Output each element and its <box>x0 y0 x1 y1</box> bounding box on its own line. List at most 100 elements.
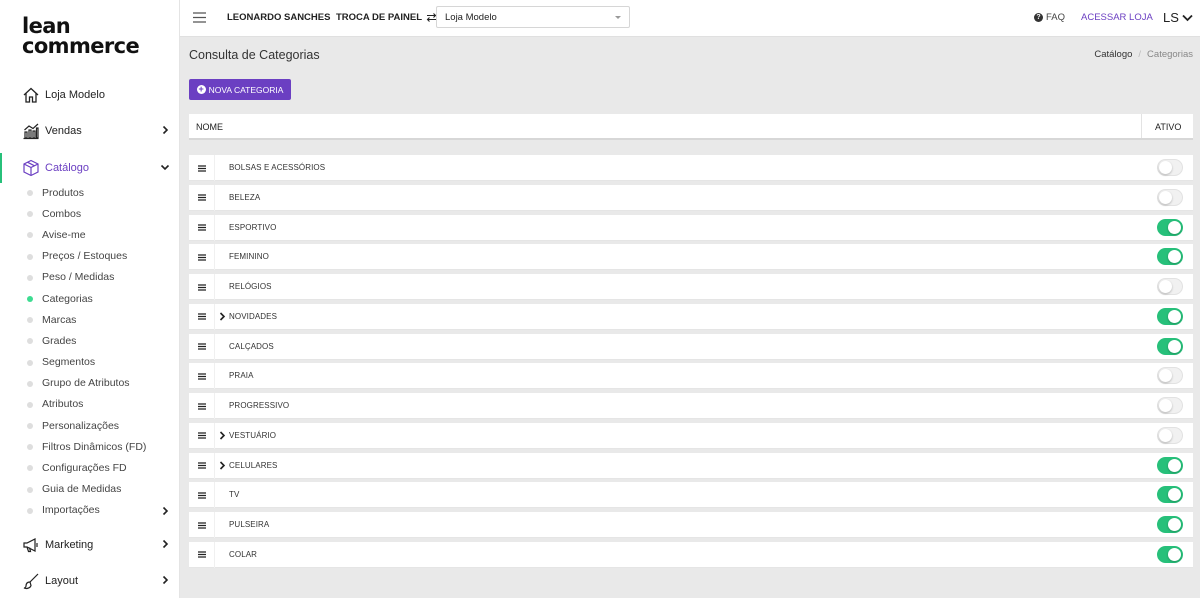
drag-handle-icon[interactable] <box>189 214 215 241</box>
faq-link[interactable]: ? FAQ <box>1034 12 1065 23</box>
expand-chevron-icon[interactable] <box>219 431 226 440</box>
subnav-atributos[interactable]: Atributos <box>0 394 180 415</box>
drag-handle-icon[interactable] <box>189 541 215 568</box>
active-toggle[interactable] <box>1157 516 1183 533</box>
expand-chevron-icon[interactable] <box>219 460 226 470</box>
store-select[interactable]: Loja Modelo <box>436 6 630 28</box>
drag-handle-icon[interactable] <box>189 512 215 538</box>
table-row[interactable]: PRAIA <box>189 363 1193 390</box>
subnav-combos[interactable]: Combos <box>0 203 180 224</box>
subnav-label: Configurações FD <box>42 462 127 475</box>
drag-handle-icon[interactable] <box>189 184 215 211</box>
catalog-submenu: Produtos Combos Avise-me Preços / Estoqu… <box>0 182 180 521</box>
subnav-peso-medidas[interactable]: Peso / Medidas <box>0 267 180 288</box>
subnav-label: Avise-me <box>42 228 86 241</box>
active-bullet <box>27 295 33 302</box>
chevron-right-icon <box>162 575 169 585</box>
nav-marketing[interactable]: Marketing <box>0 530 180 560</box>
bullet <box>27 211 33 218</box>
active-toggle[interactable] <box>1157 218 1183 236</box>
toggle-knob <box>1168 220 1181 234</box>
table-row[interactable]: CELULARES <box>189 452 1193 479</box>
table-row[interactable]: ESPORTIVO <box>189 214 1193 241</box>
table-row[interactable]: TV <box>189 482 1193 509</box>
active-toggle[interactable] <box>1157 545 1183 563</box>
nav-loja-modelo[interactable]: Loja Modelo <box>0 80 180 110</box>
active-toggle[interactable] <box>1157 337 1183 355</box>
drag-handle-icon[interactable] <box>189 452 215 479</box>
subnav-guia-de-medidas[interactable]: Guia de Medidas <box>0 479 180 500</box>
drag-handle-icon[interactable] <box>189 333 215 360</box>
drag-handle-icon[interactable] <box>189 363 215 390</box>
drag-handle-icon[interactable] <box>189 393 215 419</box>
table-row[interactable]: FEMININO <box>189 244 1193 271</box>
active-toggle[interactable] <box>1157 307 1183 325</box>
nav-catalogo[interactable]: Catálogo <box>0 153 180 183</box>
table-row[interactable]: BELEZA <box>189 184 1193 211</box>
subnav-produtos[interactable]: Produtos <box>0 182 180 203</box>
drag-handle-icon[interactable] <box>189 422 215 449</box>
table-row[interactable]: COLAR <box>189 541 1193 568</box>
table-row[interactable]: VESTUÁRIO <box>189 422 1193 449</box>
access-store-link[interactable]: ACESSAR LOJA <box>1081 12 1153 23</box>
subnav-configuracoes-fd[interactable]: Configurações FD <box>0 457 180 478</box>
nav-label: Vendas <box>45 125 82 137</box>
nav-vendas[interactable]: Vendas <box>0 116 180 146</box>
store-select-value: Loja Modelo <box>445 12 497 23</box>
page-title: Consulta de Categorias <box>189 48 320 62</box>
subnav-segmentos[interactable]: Segmentos <box>0 352 180 373</box>
column-header-name[interactable]: NOME <box>196 122 223 132</box>
logo[interactable]: lean commerce <box>22 16 140 57</box>
active-toggle[interactable] <box>1157 426 1183 444</box>
toggle-knob <box>1168 488 1181 502</box>
table-row[interactable]: BOLSAS E ACESSÓRIOS <box>189 155 1193 181</box>
breadcrumb-catalogo[interactable]: Catálogo <box>1094 49 1132 60</box>
expand-chevron-icon[interactable] <box>219 312 226 321</box>
toggle-knob <box>1168 547 1181 561</box>
table-row[interactable]: RELÓGIOS <box>189 274 1193 300</box>
toggle-knob <box>1159 399 1172 412</box>
toggle-knob <box>1168 458 1181 472</box>
active-toggle[interactable] <box>1157 248 1183 266</box>
toggle-knob <box>1159 280 1172 293</box>
drag-handle-icon[interactable] <box>189 482 215 509</box>
subnav-grupo-de-atributos[interactable]: Grupo de Atributos <box>0 373 180 394</box>
subnav-categorias[interactable]: Categorias <box>0 288 180 309</box>
subnav-personalizacoes[interactable]: Personalizações <box>0 415 180 436</box>
user-initials: LS <box>1163 10 1179 25</box>
drag-handle-icon[interactable] <box>189 244 215 271</box>
subnav-filtros-dinamicos[interactable]: Filtros Dinâmicos (FD) <box>0 436 180 457</box>
subnav-label: Categorias <box>42 292 93 305</box>
faq-label: FAQ <box>1046 12 1066 23</box>
category-name: RELÓGIOS <box>229 282 272 291</box>
active-toggle[interactable] <box>1157 456 1183 474</box>
subnav-avise-me[interactable]: Avise-me <box>0 224 180 245</box>
switch-panel-label: TROCA DE PAINEL <box>336 12 423 23</box>
table-row[interactable]: PROGRESSIVO <box>189 393 1193 419</box>
drag-handle-icon[interactable] <box>189 274 215 300</box>
active-toggle[interactable] <box>1157 397 1183 414</box>
active-toggle[interactable] <box>1157 486 1183 504</box>
column-header-active[interactable]: ATIVO <box>1141 114 1193 138</box>
switch-panel-button[interactable]: TROCA DE PAINEL <box>336 12 437 23</box>
subnav-precos-estoques[interactable]: Preços / Estoques <box>0 246 180 267</box>
table-row[interactable]: PULSEIRA <box>189 512 1193 538</box>
subnav-grades[interactable]: Grades <box>0 330 180 351</box>
chart-icon <box>23 123 39 140</box>
hamburger-icon[interactable] <box>193 12 206 23</box>
drag-handle-icon[interactable] <box>189 303 215 330</box>
nav-layout[interactable]: Layout <box>0 566 180 596</box>
active-toggle[interactable] <box>1157 278 1183 295</box>
subnav-importacoes[interactable]: Importações <box>0 500 180 521</box>
table-row[interactable]: CALÇADOS <box>189 333 1193 360</box>
active-toggle[interactable] <box>1157 367 1183 385</box>
subnav-marcas[interactable]: Marcas <box>0 309 180 330</box>
nav-label: Marketing <box>45 539 94 551</box>
active-toggle[interactable] <box>1157 188 1183 206</box>
drag-handle-icon[interactable] <box>189 155 215 181</box>
active-toggle[interactable] <box>1157 159 1183 176</box>
new-category-button[interactable]: + NOVA CATEGORIA <box>189 79 291 100</box>
table-row[interactable]: NOVIDADES <box>189 303 1193 330</box>
top-bar: LEONARDO SANCHES TROCA DE PAINEL Loja Mo… <box>180 0 1200 37</box>
user-menu[interactable]: LS <box>1163 10 1193 25</box>
